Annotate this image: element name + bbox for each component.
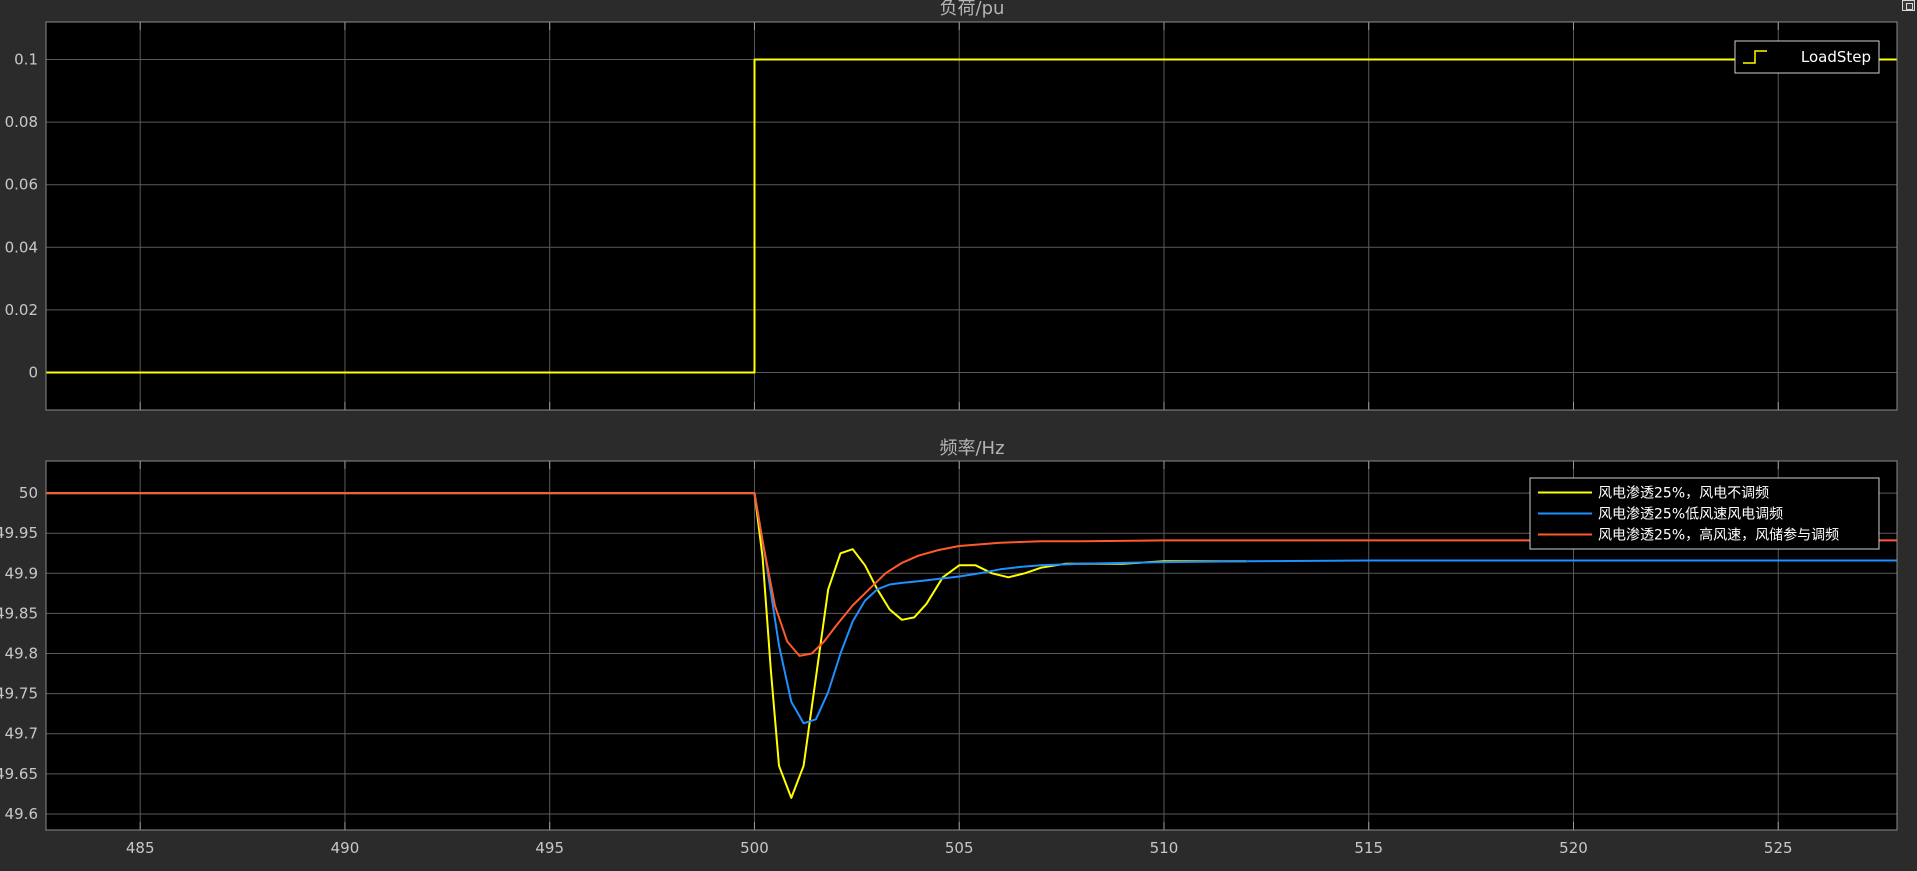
load-legend[interactable]: LoadStep	[1734, 40, 1880, 74]
x-tick-label: 490	[331, 839, 360, 857]
frequency-legend[interactable]: 风电渗透25%，风电不调频风电渗透25%低风速风电调频风电渗透25%，高风速，风…	[1529, 477, 1880, 550]
frequency-axes: 频率/Hz 49.649.6549.749.7549.849.8549.949.…	[0, 438, 1898, 857]
x-tick-label: 495	[535, 839, 564, 857]
scope-figure: 负荷/pu 0 0.02 0.04 0.06 0.08 0.1 LoadStep 频率/H…	[0, 0, 1917, 871]
y-tick-label: 0	[28, 363, 38, 381]
x-tick-label: 485	[126, 839, 155, 857]
x-tick-label: 505	[945, 839, 974, 857]
y-tick-label: 0.02	[5, 301, 38, 319]
y-tick-label: 49.65	[0, 765, 38, 783]
y-tick-label: 0.1	[14, 51, 38, 69]
load-axes: 负荷/pu 0 0.02 0.04 0.06 0.08 0.1 LoadStep	[5, 0, 1898, 411]
y-tick-label: 0.06	[5, 176, 38, 194]
y-tick-label: 0.08	[5, 113, 38, 131]
y-tick-label: 49.75	[0, 685, 38, 703]
y-tick-label: 50	[19, 484, 38, 502]
y-tick-label: 49.7	[5, 725, 38, 743]
legend-label: 风电渗透25%，风电不调频	[1598, 486, 1769, 502]
legend-label: 风电渗透25%，高风速，风储参与调频	[1598, 527, 1839, 544]
load-chart-title: 负荷/pu	[940, 0, 1005, 19]
frequency-chart-title: 频率/Hz	[939, 438, 1004, 459]
y-tick-label: 49.95	[0, 524, 38, 542]
y-tick-label: 49.8	[5, 645, 38, 663]
y-tick-label: 49.85	[0, 604, 38, 622]
y-tick-label: 49.6	[5, 805, 38, 823]
y-tick-label: 49.9	[5, 564, 38, 582]
x-tick-label: 525	[1764, 839, 1793, 857]
x-tick-label: 520	[1559, 839, 1588, 857]
x-tick-label: 515	[1354, 839, 1383, 857]
x-tick-label: 510	[1150, 839, 1179, 857]
x-tick-label: 500	[740, 839, 769, 857]
legend-label: LoadStep	[1801, 48, 1871, 66]
load-plot-area	[46, 22, 1897, 410]
legend-label: 风电渗透25%低风速风电调频	[1598, 507, 1783, 523]
frequency-y-ticks: 49.6 49.65 49.7 49.75 49.8 49.85 49.9 49.95 50	[0, 484, 38, 823]
undock-icon[interactable]	[1902, 0, 1915, 11]
y-tick-label: 0.04	[5, 238, 38, 256]
